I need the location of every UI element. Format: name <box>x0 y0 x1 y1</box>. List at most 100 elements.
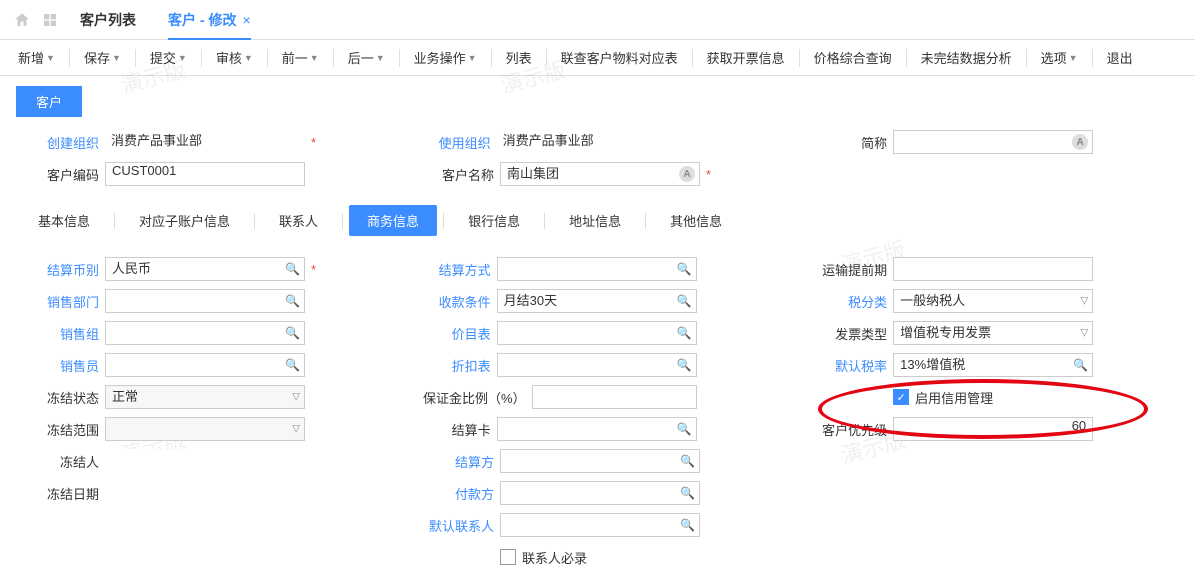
freezedate-field <box>105 481 305 505</box>
save-button[interactable]: 保存▼ <box>78 44 127 72</box>
top-tab-bar: 客户列表 客户 - 修改× <box>0 0 1195 40</box>
required-icon: * <box>311 135 316 150</box>
required-icon: * <box>311 262 316 277</box>
freezestate-field[interactable]: 正常▽ <box>105 385 305 409</box>
salesdept-field[interactable]: 🔍 <box>105 289 305 313</box>
close-icon[interactable]: × <box>242 12 250 28</box>
pricelist-field[interactable]: 🔍 <box>497 321 697 345</box>
search-icon[interactable]: 🔍 <box>285 262 300 276</box>
submit-button[interactable]: 提交▼ <box>144 44 193 72</box>
tab-customer-edit[interactable]: 客户 - 修改× <box>156 0 263 40</box>
depositratio-field[interactable] <box>532 385 697 409</box>
defcontact-field[interactable]: 🔍 <box>500 513 700 537</box>
settlecard-label: 结算卡 <box>412 420 497 439</box>
payterm-label: 收款条件 <box>412 292 497 311</box>
tab-subacct[interactable]: 对应子账户信息 <box>121 205 248 236</box>
tab-customer-list[interactable]: 客户列表 <box>68 0 148 40</box>
section-tab-bar: 客户 <box>0 76 1195 117</box>
freezescope-field[interactable]: ▽ <box>105 417 305 441</box>
salesgroup-field[interactable]: 🔍 <box>105 321 305 345</box>
priority-field[interactable]: 60 <box>893 417 1093 441</box>
bizop-button[interactable]: 业务操作▼ <box>408 44 483 72</box>
salesman-field[interactable]: 🔍 <box>105 353 305 377</box>
use-org-field[interactable]: 消费产品事业部 <box>497 130 697 154</box>
deftax-label: 默认税率 <box>808 356 893 375</box>
audit-button[interactable]: 审核▼ <box>210 44 259 72</box>
pricequery-button[interactable]: 价格综合查询 <box>808 44 898 72</box>
name-field[interactable]: 南山集团A <box>500 162 700 186</box>
list-button[interactable]: 列表 <box>500 44 538 72</box>
shiplead-field[interactable] <box>893 257 1093 281</box>
chevron-down-icon[interactable]: ▽ <box>1080 328 1088 339</box>
toolbar: 新增▼ 保存▼ 提交▼ 审核▼ 前一▼ 后一▼ 业务操作▼ 列表 联查客户物料对… <box>0 40 1195 76</box>
salesman-label: 销售员 <box>20 356 105 375</box>
chevron-down-icon[interactable]: ▽ <box>292 392 300 403</box>
priority-label: 客户优先级 <box>808 420 893 439</box>
tab-biz[interactable]: 商务信息 <box>349 205 437 236</box>
chevron-down-icon: ▼ <box>1069 53 1078 63</box>
search-icon[interactable]: 🔍 <box>677 422 692 436</box>
search-icon[interactable]: 🔍 <box>680 486 695 500</box>
creditmgmt-checkbox[interactable]: ✓启用信用管理 <box>893 388 993 407</box>
exit-button[interactable]: 退出 <box>1101 44 1139 72</box>
pricelist-label: 价目表 <box>412 324 497 343</box>
search-icon[interactable]: 🔍 <box>677 294 692 308</box>
inner-tab-bar: 基本信息 对应子账户信息 联系人 商务信息 银行信息 地址信息 其他信息 <box>0 193 1195 244</box>
tab-addr[interactable]: 地址信息 <box>551 205 639 236</box>
chevron-down-icon: ▼ <box>376 53 385 63</box>
deftax-field[interactable]: 13%增值税🔍 <box>893 353 1093 377</box>
settleparty-label: 结算方 <box>415 452 500 471</box>
home-icon[interactable] <box>12 10 32 30</box>
shortname-label: 简称 <box>808 133 893 152</box>
taxcat-field[interactable]: 一般纳税人▽ <box>893 289 1093 313</box>
tab-contact[interactable]: 联系人 <box>261 205 336 236</box>
search-icon[interactable]: 🔍 <box>677 262 692 276</box>
search-icon[interactable]: 🔍 <box>285 358 300 372</box>
invoicetype-field[interactable]: 增值税专用发票▽ <box>893 321 1093 345</box>
create-org-field[interactable]: 消费产品事业部 <box>105 130 305 154</box>
assist-icon[interactable]: A <box>679 166 695 182</box>
search-icon[interactable]: 🔍 <box>680 518 695 532</box>
discount-field[interactable]: 🔍 <box>497 353 697 377</box>
taxcat-label: 税分类 <box>808 292 893 311</box>
payer-field[interactable]: 🔍 <box>500 481 700 505</box>
chevron-down-icon[interactable]: ▽ <box>1080 296 1088 307</box>
prev-button[interactable]: 前一▼ <box>276 44 325 72</box>
payterm-field[interactable]: 月结30天🔍 <box>497 289 697 313</box>
assist-icon[interactable]: A <box>1072 134 1088 150</box>
search-icon[interactable]: 🔍 <box>680 454 695 468</box>
next-button[interactable]: 后一▼ <box>342 44 391 72</box>
shortname-field[interactable]: A <box>893 130 1093 154</box>
chevron-down-icon: ▼ <box>112 53 121 63</box>
tab-basic[interactable]: 基本信息 <box>20 205 108 236</box>
crossref-button[interactable]: 联查客户物料对应表 <box>555 44 684 72</box>
currency-field[interactable]: 人民币🔍 <box>105 257 305 281</box>
chevron-down-icon: ▼ <box>468 53 477 63</box>
settletype-field[interactable]: 🔍 <box>497 257 697 281</box>
search-icon[interactable]: 🔍 <box>1073 358 1088 372</box>
search-icon[interactable]: 🔍 <box>285 326 300 340</box>
contactrequired-checkbox[interactable]: 联系人必录 <box>500 548 587 567</box>
options-button[interactable]: 选项▼ <box>1035 44 1084 72</box>
chevron-down-icon[interactable]: ▽ <box>292 424 300 435</box>
section-tab-customer[interactable]: 客户 <box>16 86 82 117</box>
search-icon[interactable]: 🔍 <box>677 358 692 372</box>
tab-other[interactable]: 其他信息 <box>652 205 740 236</box>
settleparty-field[interactable]: 🔍 <box>500 449 700 473</box>
code-field[interactable]: CUST0001 <box>105 162 305 186</box>
tab-bank[interactable]: 银行信息 <box>450 205 538 236</box>
name-label: 客户名称 <box>415 165 500 184</box>
apps-icon[interactable] <box>40 10 60 30</box>
settletype-label: 结算方式 <box>412 260 497 279</box>
search-icon[interactable]: 🔍 <box>285 294 300 308</box>
settlecard-field[interactable]: 🔍 <box>497 417 697 441</box>
chevron-down-icon: ▼ <box>46 53 55 63</box>
payer-label: 付款方 <box>415 484 500 503</box>
invoicetype-label: 发票类型 <box>808 324 893 343</box>
unsettled-button[interactable]: 未完结数据分析 <box>915 44 1018 72</box>
search-icon[interactable]: 🔍 <box>677 326 692 340</box>
invoice-button[interactable]: 获取开票信息 <box>701 44 791 72</box>
new-button[interactable]: 新增▼ <box>12 44 61 72</box>
salesgroup-label: 销售组 <box>20 324 105 343</box>
freezer-label: 冻结人 <box>20 452 105 471</box>
